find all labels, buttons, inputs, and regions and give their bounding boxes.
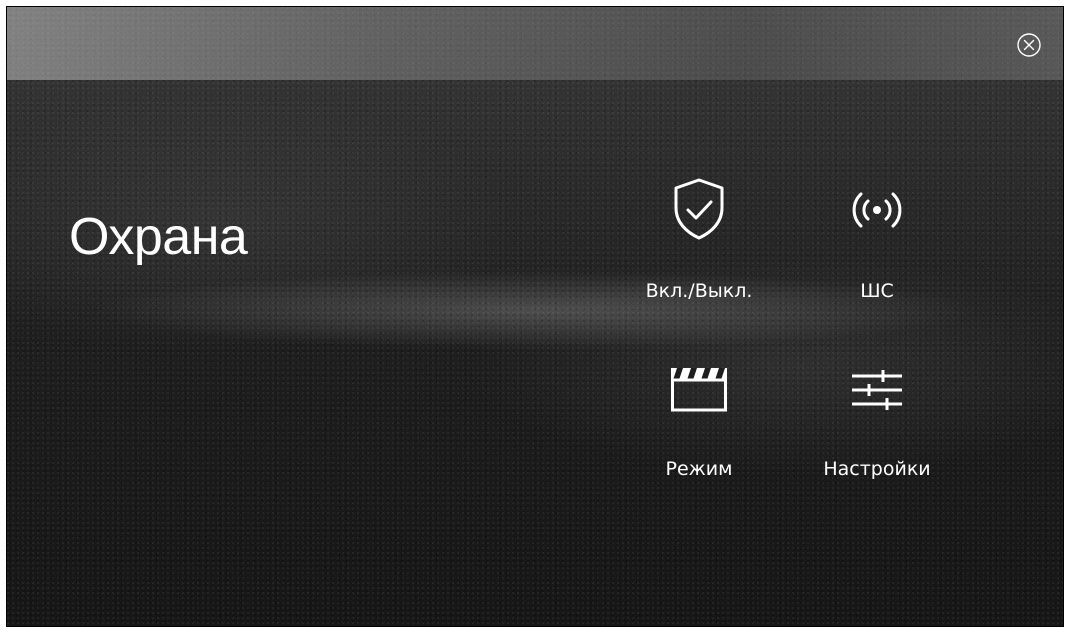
tile-zones[interactable]: ШС — [792, 174, 962, 314]
tile-on-off[interactable]: Вкл./Выкл. — [614, 174, 784, 314]
close-circle-icon — [1017, 33, 1041, 57]
tile-settings-label: Настройки — [823, 458, 931, 480]
close-button[interactable] — [1017, 33, 1041, 57]
top-bar — [7, 7, 1063, 80]
page-title: Охрана — [69, 208, 248, 266]
background-texture — [7, 7, 1063, 626]
clapperboard-icon — [671, 368, 727, 412]
wireless-signal-icon — [852, 192, 902, 228]
tile-settings[interactable]: Настройки — [792, 354, 962, 494]
security-screen: Охрана Вкл./Выкл. ШС Режим Настройки — [6, 6, 1064, 627]
tile-zones-label: ШС — [860, 280, 894, 302]
sliders-icon — [852, 370, 902, 410]
shield-check-icon — [674, 178, 724, 240]
tile-mode-label: Режим — [665, 458, 733, 480]
tile-on-off-label: Вкл./Выкл. — [645, 280, 753, 302]
tile-mode[interactable]: Режим — [614, 354, 784, 494]
